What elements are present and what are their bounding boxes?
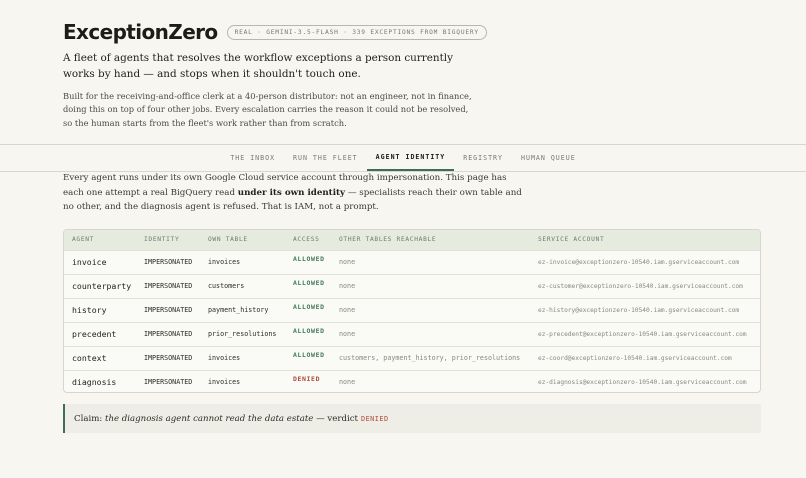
claim-prefix: Claim: (74, 413, 105, 424)
service-account-cell: ez-history@exceptionzero-10540.iam.gserv… (538, 306, 740, 314)
column-header-access: ACCESS (293, 236, 320, 244)
own-table-cell: invoices (208, 378, 241, 387)
page-header: ExceptionZero REAL · GEMINI-3.5-FLASH · … (63, 20, 487, 130)
access-badge: ALLOWED (293, 255, 325, 263)
other-tables-cell: customers, payment_history, prior_resolu… (339, 354, 521, 362)
agent-name: context (72, 353, 107, 363)
agent-name: precedent (72, 329, 117, 339)
other-tables-cell: none (339, 258, 356, 266)
service-account-cell: ez-precedent@exceptionzero-10540.iam.gse… (538, 330, 747, 338)
own-table-cell: invoices (208, 354, 241, 362)
agent-name: history (72, 305, 107, 315)
own-table-cell: prior_resolutions (208, 330, 277, 338)
access-cell: ALLOWED (285, 298, 331, 322)
column-header-other-tables: OTHER TABLES REACHABLE (339, 236, 437, 244)
tab-the-inbox[interactable]: THE INBOX (221, 145, 284, 171)
desc-emphasis: under its own identity (237, 187, 346, 198)
tab-registry[interactable]: REGISTRY (454, 145, 512, 171)
service-account-cell: ez-diagnosis@exceptionzero-10540.iam.gse… (538, 378, 747, 386)
tab-run-the-fleet[interactable]: RUN THE FLEET (284, 145, 367, 171)
tab-human-queue[interactable]: HUMAN QUEUE (512, 145, 585, 171)
table-row: context IMPERSONATED invoices ALLOWED cu… (64, 346, 760, 370)
service-account-cell: ez-coord@exceptionzero-10540.iam.gservic… (538, 354, 732, 362)
verdict-badge: DENIED (361, 414, 389, 423)
own-table-cell: payment_history (208, 306, 269, 314)
identity-cell: IMPERSONATED (144, 306, 193, 314)
intro-paragraph: Built for the receiving-and-office clerk… (63, 91, 472, 128)
service-account-cell: ez-customer@exceptionzero-10540.iam.gser… (538, 282, 743, 290)
tab-agent-identity[interactable]: AGENT IDENTITY (366, 145, 455, 171)
identity-cell: IMPERSONATED (144, 378, 193, 387)
claim-middle: — verdict (313, 413, 358, 424)
other-tables-cell: none (339, 330, 356, 338)
access-badge: DENIED (293, 375, 321, 384)
own-table-cell: invoices (208, 258, 241, 266)
agent-name: diagnosis (72, 377, 117, 388)
column-header-agent: AGENT (72, 236, 95, 244)
identity-description: Every agent runs under its own Google Cl… (63, 171, 523, 215)
table-header-row: AGENT IDENTITY OWN TABLE ACCESS OTHER TA… (64, 230, 760, 250)
title-row: ExceptionZero REAL · GEMINI-3.5-FLASH · … (63, 20, 487, 44)
main-nav: THE INBOX RUN THE FLEET AGENT IDENTITY R… (0, 144, 806, 172)
agent-name: counterparty (72, 281, 132, 291)
app-title: ExceptionZero (63, 20, 218, 44)
agent-name: invoice (72, 257, 107, 267)
column-header-service-account: SERVICE ACCOUNT (538, 236, 605, 244)
tagline: A fleet of agents that resolves the work… (63, 52, 453, 80)
other-tables-cell: none (339, 306, 356, 314)
own-table-cell: customers (208, 282, 245, 290)
claim-callout: Claim: the diagnosis agent cannot read t… (63, 404, 761, 433)
access-badge: ALLOWED (293, 327, 325, 335)
access-badge: ALLOWED (293, 303, 325, 311)
access-cell: ALLOWED (285, 346, 331, 370)
table-row: history IMPERSONATED payment_history ALL… (64, 298, 760, 322)
column-header-own-table: OWN TABLE (208, 236, 248, 244)
access-cell: DENIED (285, 370, 331, 392)
column-header-identity: IDENTITY (144, 236, 180, 244)
access-badge: ALLOWED (293, 351, 325, 359)
other-tables-cell: none (339, 378, 356, 387)
identity-cell: IMPERSONATED (144, 258, 193, 266)
claim-statement: the diagnosis agent cannot read the data… (104, 413, 314, 424)
table-row: counterparty IMPERSONATED customers ALLO… (64, 274, 760, 298)
identity-cell: IMPERSONATED (144, 282, 193, 290)
access-cell: ALLOWED (285, 274, 331, 298)
table-row: invoice IMPERSONATED invoices ALLOWED no… (64, 250, 760, 274)
identity-table: AGENT IDENTITY OWN TABLE ACCESS OTHER TA… (63, 229, 761, 393)
table-row: precedent IMPERSONATED prior_resolutions… (64, 322, 760, 346)
access-badge: ALLOWED (293, 279, 325, 287)
access-cell: ALLOWED (285, 250, 331, 274)
service-account-cell: ez-invoice@exceptionzero-10540.iam.gserv… (538, 258, 740, 266)
other-tables-cell: none (339, 282, 356, 290)
run-info-badge: REAL · GEMINI-3.5-FLASH · 339 EXCEPTIONS… (226, 24, 487, 40)
access-cell: ALLOWED (285, 322, 331, 346)
table-row: diagnosis IMPERSONATED invoices DENIED n… (64, 370, 760, 392)
identity-cell: IMPERSONATED (144, 330, 193, 338)
identity-cell: IMPERSONATED (144, 354, 193, 362)
